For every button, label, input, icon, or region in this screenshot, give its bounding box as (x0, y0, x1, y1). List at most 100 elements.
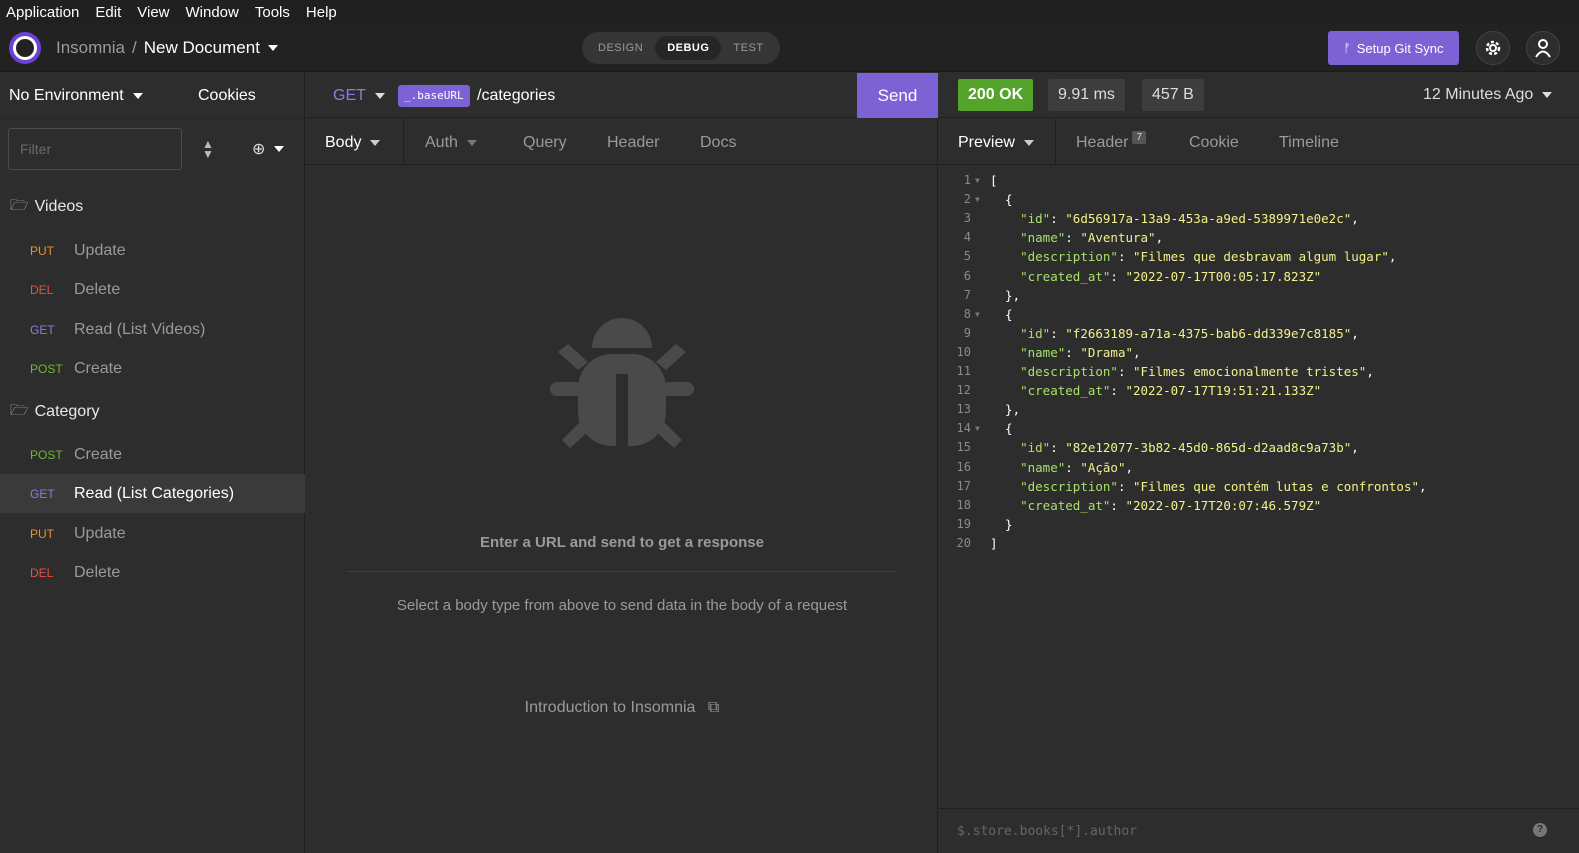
menu-view[interactable]: View (137, 4, 169, 21)
code-line: 12 "created_at": "2022-07-17T19:51:21.13… (939, 381, 1579, 400)
divider (347, 571, 896, 572)
account-user-icon[interactable] (1526, 31, 1560, 65)
line-number: 5 (963, 249, 971, 264)
chevron-down-icon[interactable] (267, 45, 278, 51)
code-text: "description": "Filmes que contém lutas … (1020, 478, 1427, 494)
request-item[interactable]: POST Create (0, 349, 305, 388)
menu-edit[interactable]: Edit (95, 4, 121, 21)
code-line: 13 }, (939, 400, 1579, 419)
code-text: } (990, 516, 1013, 532)
status-badge: 200 OK (958, 79, 1034, 111)
request-item[interactable]: PUT Update (0, 514, 305, 553)
line-number: 15 (956, 440, 971, 455)
fold-toggle-icon[interactable]: ▼ (975, 171, 980, 190)
code-text: }, (990, 287, 1021, 303)
method-selector[interactable]: GET (333, 87, 385, 105)
line-number: 17 (956, 478, 971, 493)
tab-preview[interactable]: Preview (958, 134, 1034, 152)
code-text: "name": "Aventura", (1020, 230, 1164, 246)
mode-debug[interactable]: DEBUG (655, 36, 722, 60)
code-line: 16 "name": "Ação", (939, 458, 1579, 477)
code-line: 9 "id": "f2663189-a71a-4375-bab6-dd339e7… (939, 324, 1579, 343)
method-badge: PUT (30, 526, 54, 541)
line-number: 20 (956, 535, 971, 550)
method-badge: PUT (30, 243, 54, 258)
settings-gear-icon[interactable] (1476, 31, 1510, 65)
mode-design[interactable]: DESIGN (586, 36, 655, 60)
request-item[interactable]: GET Read (List Videos) (0, 310, 305, 349)
request-item[interactable]: PUT Update (0, 231, 305, 270)
response-time-badge: 9.91 ms (1048, 79, 1125, 111)
mode-test[interactable]: TEST (721, 36, 775, 60)
setup-git-sync-button[interactable]: ᚠ Setup Git Sync (1328, 31, 1459, 65)
line-number: 18 (956, 497, 971, 512)
code-text: "name": "Ação", (1020, 459, 1134, 475)
tab-header[interactable]: Header (607, 134, 659, 152)
sidebar-filter-input[interactable] (8, 128, 182, 170)
environment-selector[interactable]: No Environment (9, 87, 143, 105)
fold-toggle-icon[interactable]: ▼ (975, 305, 980, 324)
line-number: 9 (963, 325, 971, 340)
chevron-down-icon (1023, 140, 1034, 146)
help-icon[interactable]: ? (1533, 823, 1547, 837)
insomnia-logo-icon[interactable] (9, 32, 41, 64)
breadcrumb-document[interactable]: New Document (144, 38, 260, 58)
tab-label: Preview (958, 134, 1015, 151)
code-line: 6 "created_at": "2022-07-17T00:05:17.823… (939, 267, 1579, 286)
request-item[interactable]: POST Create (0, 435, 305, 474)
tab-response-header[interactable]: Header 7 (1076, 130, 1147, 152)
introduction-link[interactable]: Introduction to Insomnia ⧉ (306, 699, 938, 717)
code-line: 19 } (939, 515, 1579, 534)
plus-circle-icon: ⊕ (252, 141, 266, 158)
breadcrumb-app[interactable]: Insomnia (56, 38, 125, 58)
code-line: 15 "id": "82e12077-3b82-45d0-865d-d2aad8… (939, 438, 1579, 457)
request-item[interactable]: DEL Delete (0, 270, 305, 309)
chevron-down-icon (370, 140, 381, 146)
tab-auth[interactable]: Auth (425, 134, 477, 152)
method-badge: POST (30, 447, 63, 462)
cookies-button[interactable]: Cookies (198, 87, 256, 105)
code-text: "id": "6d56917a-13a9-453a-a9ed-5389971e0… (1020, 211, 1359, 227)
tab-query[interactable]: Query (523, 134, 567, 152)
json-filter-input[interactable] (949, 821, 1509, 841)
add-item-button[interactable]: ⊕ (252, 139, 285, 159)
base-url-variable-tag[interactable]: _.baseURL (398, 85, 470, 107)
code-line: 8 ▼ { (939, 305, 1579, 324)
menu-bar: Application Edit View Window Tools Help (0, 0, 1579, 24)
response-tabs: Preview Header 7 Cookie Timeline (939, 119, 1579, 165)
code-text: { (990, 421, 1013, 437)
tab-timeline[interactable]: Timeline (1279, 134, 1339, 152)
menu-help[interactable]: Help (306, 4, 337, 21)
folder-label: Videos (34, 198, 84, 215)
send-button[interactable]: Send (857, 73, 938, 118)
folder-open-icon: 🗁 (10, 401, 29, 419)
sort-icon[interactable]: ▲ ▼ (200, 138, 216, 160)
menu-application[interactable]: Application (6, 4, 79, 21)
bug-icon (550, 318, 694, 448)
folder-category[interactable]: 🗁 Category (10, 400, 100, 424)
chevron-down-icon (274, 146, 285, 152)
chevron-down-icon (1542, 92, 1553, 98)
response-history-dropdown[interactable]: 12 Minutes Ago (1423, 86, 1553, 104)
tab-cookie[interactable]: Cookie (1189, 134, 1239, 152)
method-badge: POST (30, 361, 63, 376)
tab-body[interactable]: Body (325, 134, 381, 152)
code-text: { (990, 306, 1013, 322)
code-text: [ (990, 173, 998, 188)
tab-label: Header (1076, 134, 1129, 151)
mode-switcher: DESIGN DEBUG TEST (582, 32, 780, 64)
tab-docs[interactable]: Docs (700, 134, 736, 152)
menu-tools[interactable]: Tools (255, 4, 290, 21)
request-item-active[interactable]: GET Read (List Categories) (0, 474, 305, 513)
line-number: 10 (956, 344, 971, 359)
fold-toggle-icon[interactable]: ▼ (975, 190, 980, 209)
request-name: Read (List Videos) (74, 320, 206, 338)
fold-toggle-icon[interactable]: ▼ (975, 419, 980, 438)
url-path-input[interactable]: /categories (477, 87, 555, 105)
menu-window[interactable]: Window (186, 4, 239, 21)
code-text: "description": "Filmes emocionalmente tr… (1020, 364, 1374, 379)
tab-label: Body (325, 134, 362, 151)
folder-videos[interactable]: 🗁 Videos (10, 195, 83, 219)
request-item[interactable]: DEL Delete (0, 553, 305, 592)
request-name: Delete (74, 280, 121, 298)
